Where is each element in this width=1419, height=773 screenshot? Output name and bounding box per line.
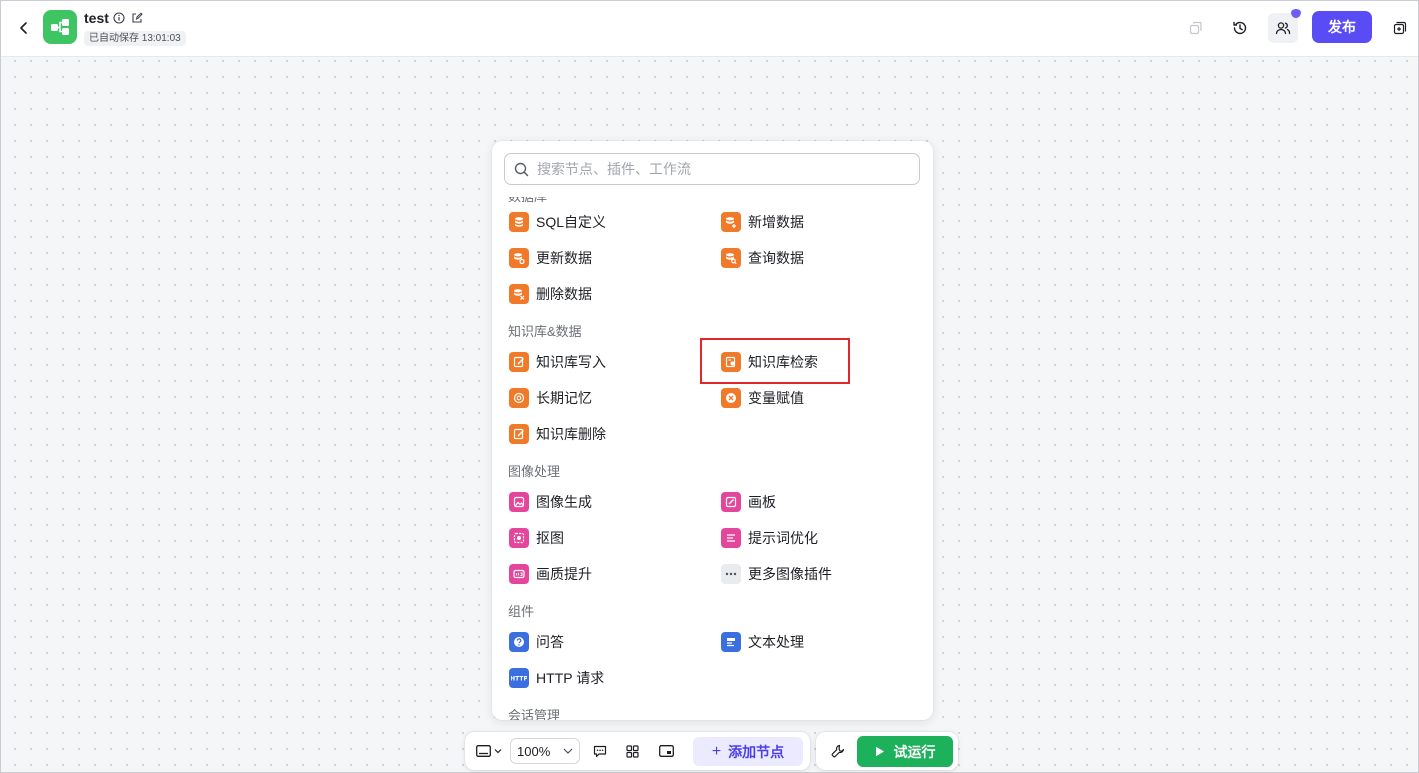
copy-button[interactable] [1181, 13, 1211, 43]
section-title-components: 组件 [508, 604, 535, 619]
node-item-qa[interactable]: 问答 [509, 629, 564, 655]
node-item-prompt-optimize[interactable]: 提示词优化 [721, 525, 818, 551]
wrench-icon [831, 744, 845, 758]
premium-badge-icon [1291, 9, 1301, 18]
cutout-icon [509, 528, 529, 548]
search-box[interactable] [504, 153, 920, 185]
chevron-left-icon [20, 22, 27, 34]
image-generate-icon [509, 492, 529, 512]
node-item-http-request[interactable]: HTTP HTTP 请求 [509, 665, 604, 691]
history-icon [1233, 21, 1247, 35]
http-icon: HTTP [509, 668, 529, 688]
node-item-variable-assign[interactable]: 变量赋值 [721, 385, 804, 411]
plus-icon: + [711, 742, 722, 760]
node-item-text-process[interactable]: 文本处理 [721, 629, 804, 655]
text-process-icon [721, 632, 741, 652]
svg-text:HTTP: HTTP [511, 676, 527, 683]
info-icon[interactable] [113, 12, 125, 24]
database-refresh-icon [509, 248, 529, 268]
database-icon [509, 212, 529, 232]
node-item-sql[interactable]: SQL自定义 [509, 209, 606, 235]
node-item-query-data[interactable]: 查询数据 [721, 245, 804, 271]
search-input[interactable] [537, 157, 907, 181]
more-icon [721, 564, 741, 584]
debug-tools-button[interactable] [824, 738, 852, 764]
grid-icon [625, 744, 639, 758]
duplicate-icon [1393, 21, 1407, 35]
node-item-kb-delete[interactable]: 知识库删除 [509, 421, 606, 447]
database-search-icon [721, 248, 741, 268]
test-run-button[interactable]: 试运行 [857, 736, 953, 767]
play-icon [875, 746, 884, 757]
users-icon [1275, 22, 1291, 35]
node-item-upscale[interactable]: 画质提升 [509, 561, 592, 587]
variable-icon [721, 388, 741, 408]
search-icon [514, 162, 529, 177]
section-title-conversation: 会话管理 [508, 708, 561, 720]
node-list[interactable]: 数据库 SQL自定义 新增数据 更新数据 查询数据 删除数据 知识库&数据 知识… [492, 197, 933, 720]
node-item-cutout[interactable]: 抠图 [509, 525, 564, 551]
prompt-optimize-icon [721, 528, 741, 548]
back-button[interactable] [13, 17, 35, 39]
interaction-mode-button[interactable] [473, 738, 505, 764]
knowledge-search-icon [721, 352, 741, 372]
comment-icon [593, 745, 607, 757]
node-item-kb-write[interactable]: 知识库写入 [509, 349, 606, 375]
layout-button[interactable] [619, 738, 645, 764]
node-item-canvas[interactable]: 画板 [721, 489, 776, 515]
canvas-icon [721, 492, 741, 512]
publish-button[interactable]: 发布 [1312, 11, 1372, 43]
copy-icon [1189, 21, 1202, 35]
node-item-update-data[interactable]: 更新数据 [509, 245, 592, 271]
workflow-app-icon [43, 10, 77, 44]
database-delete-icon [509, 284, 529, 304]
node-item-more-image-plugins[interactable]: 更多图像插件 [721, 561, 832, 587]
canvas-toolbar: 100% + 添加节点 [465, 732, 810, 770]
chevron-down-icon [563, 748, 573, 754]
section-title-database: 数据库 [508, 197, 547, 205]
upscale-icon [509, 564, 529, 584]
add-node-button[interactable]: + 添加节点 [693, 737, 803, 766]
run-toolbar: 试运行 [816, 732, 958, 770]
node-item-insert-data[interactable]: 新增数据 [721, 209, 804, 235]
top-bar: test 已自动保存 13:01:03 发布 [1, 1, 1418, 57]
workflow-title: test [84, 10, 109, 26]
zoom-value: 100% [517, 743, 551, 759]
minimap-button[interactable] [653, 738, 679, 764]
node-item-delete-data[interactable]: 删除数据 [509, 281, 592, 307]
trackpad-icon [476, 745, 491, 757]
node-item-kb-search[interactable]: 知识库检索 [721, 349, 818, 375]
node-item-image-gen[interactable]: 图像生成 [509, 489, 592, 515]
knowledge-delete-icon [509, 424, 529, 444]
history-button[interactable] [1225, 13, 1255, 43]
minimap-icon [658, 745, 674, 757]
add-node-panel: 数据库 SQL自定义 新增数据 更新数据 查询数据 删除数据 知识库&数据 知识… [492, 141, 933, 720]
comment-button[interactable] [587, 738, 613, 764]
duplicate-button[interactable] [1385, 13, 1415, 43]
chevron-down-icon [494, 749, 502, 754]
autosave-status: 已自动保存 13:01:03 [84, 31, 186, 46]
section-title-image: 图像处理 [508, 464, 561, 479]
edit-icon[interactable] [131, 12, 143, 24]
knowledge-write-icon [509, 352, 529, 372]
memory-icon [509, 388, 529, 408]
question-icon [509, 632, 529, 652]
zoom-select[interactable]: 100% [510, 738, 580, 764]
collaborators-button[interactable] [1268, 9, 1301, 43]
database-add-icon [721, 212, 741, 232]
node-item-long-memory[interactable]: 长期记忆 [509, 385, 592, 411]
section-title-knowledge: 知识库&数据 [508, 324, 582, 339]
